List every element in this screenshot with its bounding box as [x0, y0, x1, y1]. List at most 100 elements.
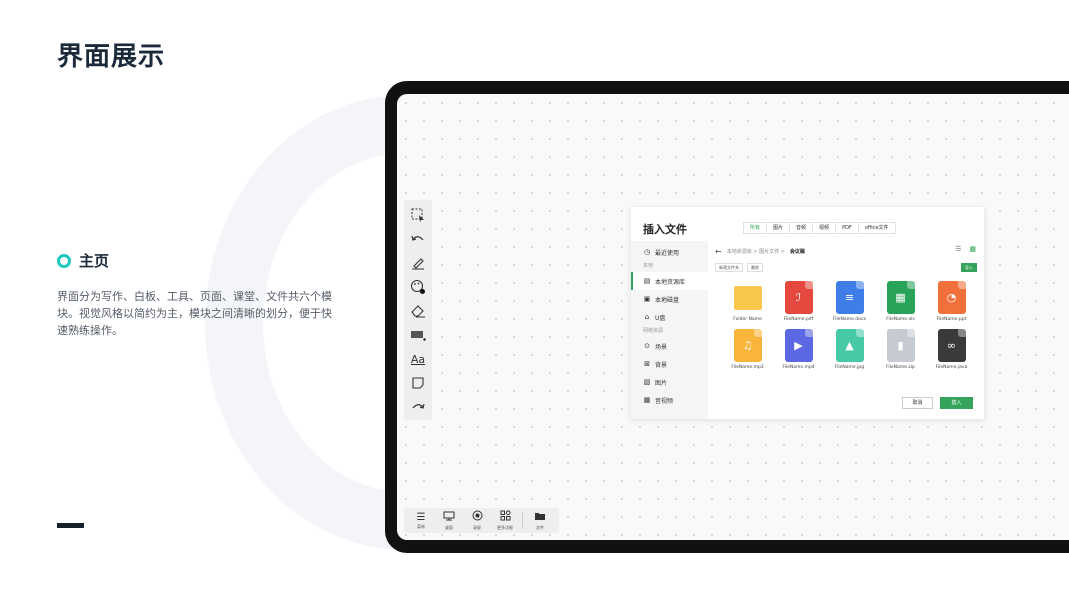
folder-file-icon	[733, 286, 762, 310]
menu-icon: ☰	[416, 511, 426, 523]
library-icon: ▤	[643, 277, 651, 285]
delete-button[interactable]: 删除	[747, 263, 763, 272]
file-item[interactable]: ▮ FileName.zip	[875, 329, 926, 370]
file-grid: Folder Name ℐ FileName.pdf ≡ FileName.docx ▦ F…	[722, 281, 977, 370]
eraser-icon[interactable]	[408, 302, 428, 320]
section-title: 主页	[79, 252, 110, 270]
disk-icon: ▣	[643, 295, 651, 303]
text-icon[interactable]: Aa	[408, 350, 428, 368]
sidebar-item-label: 场景	[655, 343, 668, 351]
sidebar-item-label: 图片	[655, 379, 668, 387]
bottom-toolbar: ☰ 菜单 桌面 录屏 更多功能 文件	[404, 508, 559, 533]
file-type-tabs: 所有 图片 音频 视频 PDF office文件	[743, 222, 896, 234]
background-icon: ⊠	[644, 360, 650, 368]
insert-file-dialog: 插入文件 所有 图片 音频 视频 PDF office文件 ◷ 最近使用 本地 …	[631, 207, 984, 419]
more-functions-button[interactable]: 更多功能	[494, 510, 516, 531]
file-item[interactable]: ◔ FileName.ppt	[926, 281, 977, 322]
ppt-file-icon: ◔	[937, 281, 966, 314]
file-name: FileName.docx	[833, 317, 866, 322]
sidebar-group-online: 网络资源	[643, 328, 664, 334]
mp3-file-icon: ♫	[733, 329, 762, 362]
file-button[interactable]: 文件	[529, 511, 551, 531]
docx-file-icon: ≡	[835, 281, 864, 314]
undo-icon[interactable]	[408, 230, 428, 248]
sidebar-item-background[interactable]: ⊠ 背景	[631, 355, 708, 373]
scene-icon: ⊙	[644, 342, 650, 350]
file-item[interactable]: ▶ FileName.mp4	[773, 329, 824, 370]
dialog-sidebar: ◷ 最近使用 本地 ▤ 本地资源库 ▣ 本地磁盘 ⌂ U盘 网络资源 ⊙ 场景 …	[631, 241, 708, 419]
image-icon: ▨	[643, 378, 651, 386]
section-header: 主页	[57, 250, 109, 271]
file-item[interactable]: ≡ FileName.docx	[824, 281, 875, 322]
tab-audio[interactable]: 音频	[790, 223, 814, 233]
monitor-icon	[443, 511, 455, 525]
back-arrow-icon[interactable]: ←	[715, 247, 722, 256]
file-name: FileName.zip	[886, 365, 915, 370]
redo-icon[interactable]	[408, 398, 428, 416]
page-title: 界面展示	[57, 42, 166, 72]
breadcrumb-path[interactable]: 本地资源库 > 图片文件 >	[727, 248, 785, 255]
file-item[interactable]: Folder Name	[722, 281, 773, 322]
text-tool-label: Aa	[410, 352, 426, 366]
jpg-file-icon: ▲	[835, 329, 864, 362]
file-item[interactable]: ∞ FileName.java	[926, 329, 977, 370]
more-functions-label: 更多功能	[497, 525, 513, 530]
sidebar-item-scene[interactable]: ⊙ 场景	[631, 337, 708, 355]
menu-button[interactable]: ☰ 菜单	[410, 512, 432, 530]
sidebar-item-recent[interactable]: ◷ 最近使用	[631, 243, 708, 261]
file-name: Folder Name	[733, 317, 762, 322]
desktop-label: 桌面	[445, 524, 453, 530]
folder-icon	[534, 511, 546, 525]
new-folder-button[interactable]: 新建文件夹	[715, 263, 743, 272]
sticky-note-icon[interactable]	[408, 374, 428, 392]
file-item[interactable]: ▲ FileName.jpg	[824, 329, 875, 370]
sidebar-group-local: 本地	[643, 263, 654, 269]
record-button[interactable]: 录屏	[466, 510, 488, 531]
sidebar-item-local-library[interactable]: ▤ 本地资源库	[631, 272, 708, 290]
file-name: FileName.ppt	[936, 317, 967, 322]
pen-icon[interactable]	[408, 254, 428, 272]
tab-images[interactable]: 图片	[767, 223, 791, 233]
grid-view-icon[interactable]: ▦	[969, 245, 976, 253]
mp4-file-icon: ▶	[784, 329, 813, 362]
usb-icon: ⌂	[644, 313, 650, 321]
file-name: FileName.java	[935, 365, 968, 370]
java-file-icon: ∞	[937, 329, 966, 362]
sidebar-item-label: 本地资源库	[655, 278, 686, 286]
menu-label: 菜单	[417, 523, 425, 529]
sidebar-item-audio-video[interactable]: ▦ 音视频	[631, 391, 708, 409]
tab-all[interactable]: 所有	[744, 223, 768, 233]
tab-pdf[interactable]: PDF	[836, 223, 859, 233]
grid-apps-icon	[500, 510, 511, 525]
media-icon: ▦	[643, 396, 651, 404]
select-icon[interactable]	[408, 206, 428, 224]
record-icon	[472, 510, 483, 525]
circle-bullet-icon	[57, 253, 71, 268]
zip-file-icon: ▮	[886, 329, 915, 362]
file-name: FileName.xls	[886, 317, 915, 322]
file-item[interactable]: ♫ FileName.mp3	[722, 329, 773, 370]
insert-button[interactable]: 插入	[940, 397, 973, 409]
list-view-icon[interactable]: ☰	[955, 245, 961, 253]
tab-office[interactable]: office文件	[859, 223, 895, 233]
sidebar-item-label: 音视频	[655, 397, 674, 405]
file-name: FileName.jpg	[834, 365, 865, 370]
file-item[interactable]: ℐ FileName.pdf	[773, 281, 824, 322]
pdf-file-icon: ℐ	[784, 281, 813, 314]
shape-icon[interactable]	[408, 326, 428, 344]
import-button[interactable]: 导入	[961, 263, 977, 272]
file-name: FileName.mp3	[731, 365, 764, 370]
dialog-title: 插入文件	[643, 223, 687, 236]
divider	[522, 512, 523, 529]
dash-decoration	[57, 523, 84, 528]
sidebar-item-local-disk[interactable]: ▣ 本地磁盘	[631, 290, 708, 308]
sidebar-item-picture[interactable]: ▨ 图片	[631, 373, 708, 391]
xls-file-icon: ▦	[886, 281, 915, 314]
file-item[interactable]: ▦ FileName.xls	[875, 281, 926, 322]
sidebar-item-usb[interactable]: ⌂ U盘	[631, 308, 708, 326]
desktop-button[interactable]: 桌面	[438, 511, 460, 531]
palette-icon[interactable]	[408, 278, 428, 296]
tab-video[interactable]: 视频	[813, 223, 837, 233]
sidebar-item-label: 本地磁盘	[655, 296, 680, 304]
cancel-button[interactable]: 取消	[902, 397, 933, 409]
